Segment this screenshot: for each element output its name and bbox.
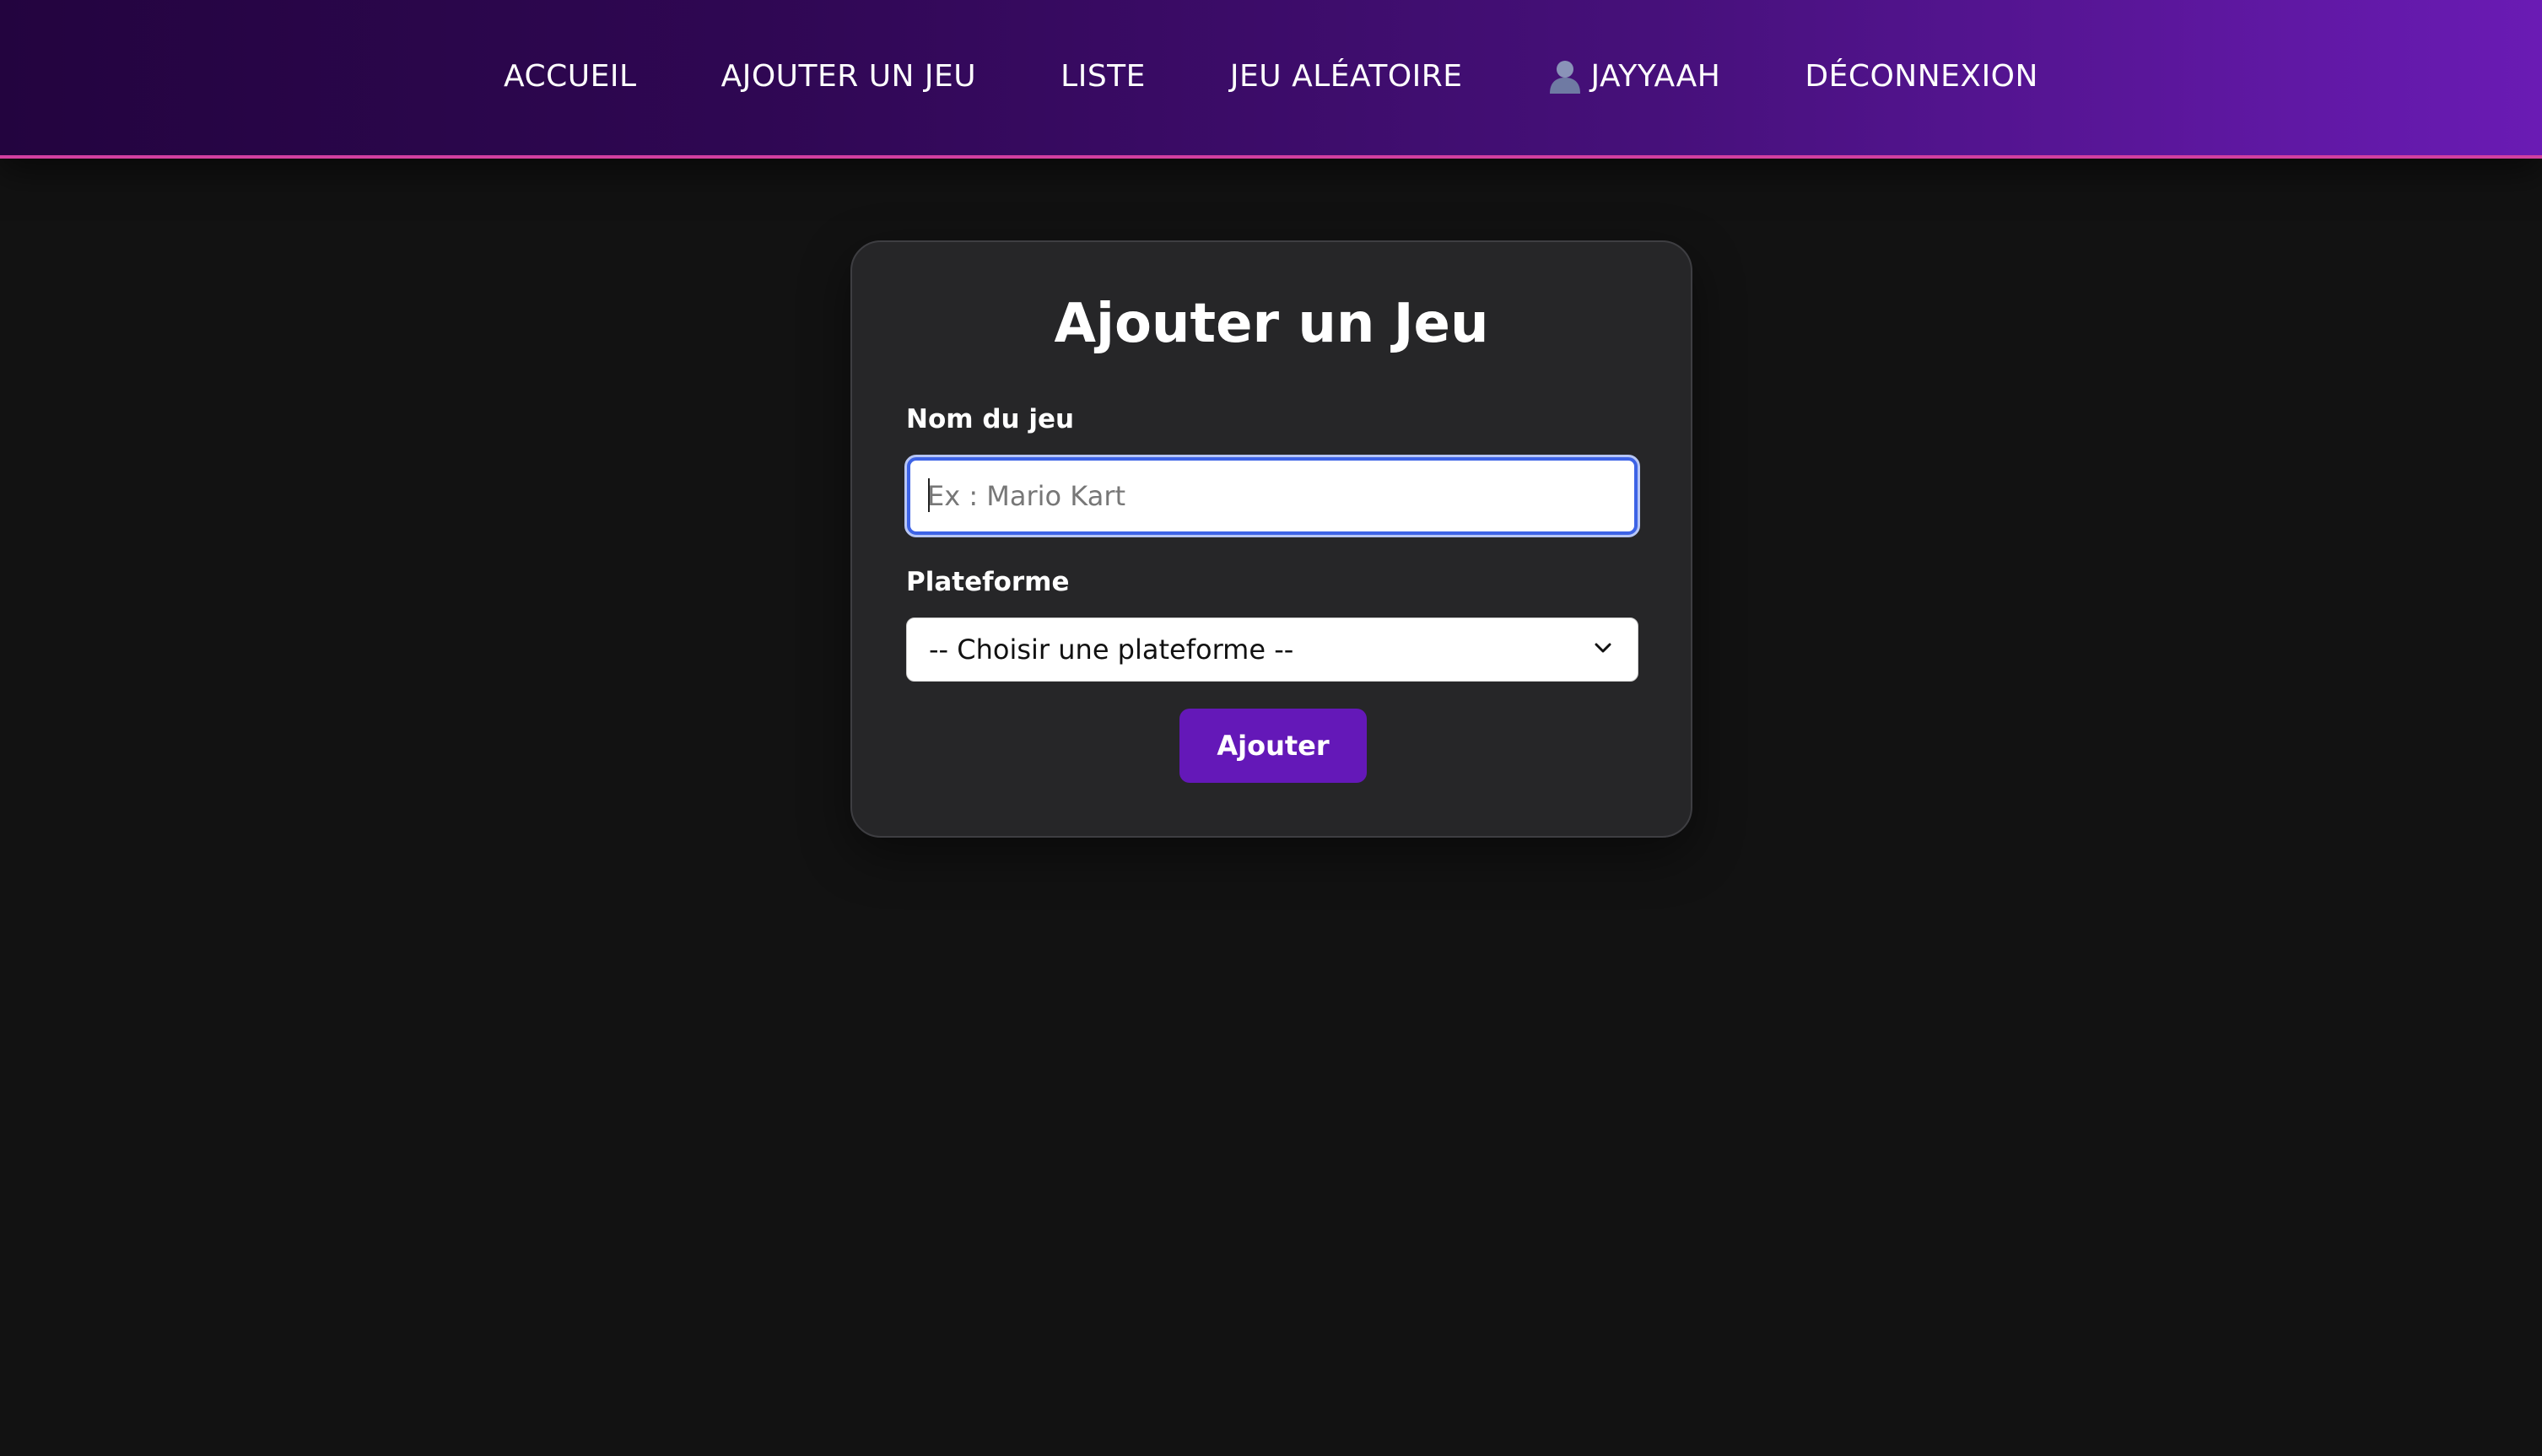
nav-menu: ACCUEIL AJOUTER UN JEU LISTE JEU ALÉATOI… (461, 58, 2081, 94)
text-caret (928, 478, 930, 512)
game-name-label: Nom du jeu (906, 404, 1075, 434)
nav-link-label: JEU ALÉATOIRE (1229, 58, 1463, 94)
game-name-input[interactable] (904, 455, 1640, 537)
nav-link-label: DÉCONNEXION (1805, 58, 2038, 94)
top-navbar: ACCUEIL AJOUTER UN JEU LISTE JEU ALÉATOI… (0, 0, 2542, 159)
nav-link-accueil[interactable]: ACCUEIL (461, 59, 679, 94)
platform-select[interactable]: -- Choisir une plateforme -- (906, 617, 1638, 682)
user-icon (1547, 58, 1583, 94)
nav-link-ajouter-un-jeu[interactable]: AJOUTER UN JEU (679, 59, 1019, 94)
nav-link-label: JAYYAAH (1590, 58, 1721, 94)
nav-link-jeu-aleatoire[interactable]: JEU ALÉATOIRE (1188, 59, 1505, 94)
nav-link-user-profile[interactable]: JAYYAAH (1505, 58, 1763, 94)
nav-link-deconnexion[interactable]: DÉCONNEXION (1762, 59, 2081, 94)
add-game-card: Ajouter un Jeu Nom du jeu Plateforme -- … (850, 240, 1692, 838)
nav-link-label: AJOUTER UN JEU (721, 58, 977, 94)
platform-label: Plateforme (906, 567, 1070, 597)
card-title: Ajouter un Jeu (1054, 293, 1489, 355)
chevron-down-icon (1590, 635, 1616, 664)
page: ACCUEIL AJOUTER UN JEU LISTE JEU ALÉATOI… (0, 0, 2542, 1456)
add-game-button[interactable]: Ajouter (1179, 709, 1367, 783)
platform-select-value: -- Choisir une plateforme -- (929, 634, 1294, 666)
nav-link-liste[interactable]: LISTE (1018, 59, 1188, 94)
nav-link-label: ACCUEIL (504, 58, 637, 94)
nav-link-label: LISTE (1061, 58, 1146, 94)
